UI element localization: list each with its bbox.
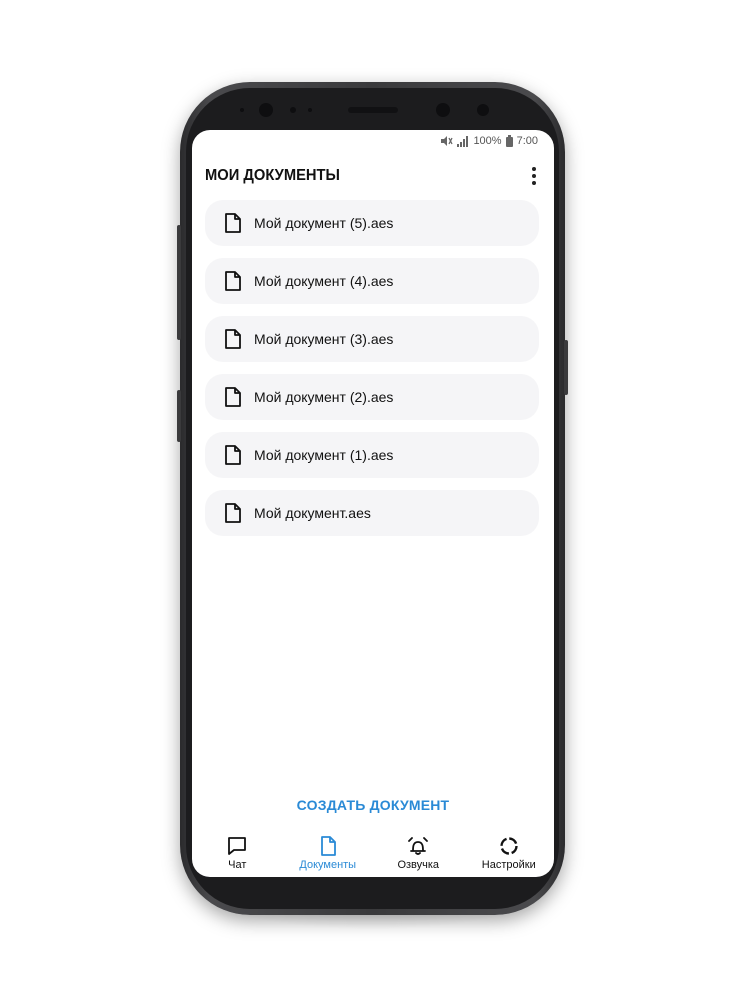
nav-label: Документы <box>299 859 357 871</box>
mute-icon <box>441 136 454 146</box>
app-screen: 100% 7:00 МОИ ДОКУМЕНТЫ Мой документ (5)… <box>192 130 554 877</box>
file-icon <box>225 329 241 349</box>
document-item[interactable]: Мой документ (3).aes <box>205 316 539 362</box>
front-sensor <box>240 108 244 112</box>
nav-label: Озвучка <box>397 859 440 871</box>
document-name: Мой документ.aes <box>254 505 371 521</box>
proximity-sensor <box>290 107 296 113</box>
document-name: Мой документ (2).aes <box>254 389 394 405</box>
battery-percent: 100% <box>473 135 502 147</box>
document-list: Мой документ (5).aes Мой документ (4).ae… <box>205 200 539 548</box>
document-item[interactable]: Мой документ (5).aes <box>205 200 539 246</box>
document-name: Мой документ (3).aes <box>254 331 394 347</box>
create-document-button[interactable]: СОЗДАТЬ ДОКУМЕНТ <box>192 797 554 813</box>
nav-item-voiceover[interactable]: Озвучка <box>373 832 464 877</box>
nav-label: Настройки <box>481 859 536 871</box>
document-name: Мой документ (4).aes <box>254 273 394 289</box>
status-time: 7:00 <box>516 135 538 147</box>
settings-ring-icon <box>500 837 518 855</box>
more-vertical-icon[interactable] <box>526 164 542 188</box>
file-icon <box>225 503 241 523</box>
bottom-navigation: Чат Документы Озвучка Настройки <box>192 832 554 877</box>
file-icon <box>225 387 241 407</box>
file-icon <box>225 445 241 465</box>
document-item[interactable]: Мой документ.aes <box>205 490 539 536</box>
document-item[interactable]: Мой документ (2).aes <box>205 374 539 420</box>
light-sensor <box>308 108 312 112</box>
file-icon <box>320 836 336 856</box>
nav-item-documents[interactable]: Документы <box>283 832 374 877</box>
status-bar: 100% 7:00 <box>439 133 538 149</box>
document-item[interactable]: Мой документ (1).aes <box>205 432 539 478</box>
nav-item-settings[interactable]: Настройки <box>464 832 555 877</box>
document-item[interactable]: Мой документ (4).aes <box>205 258 539 304</box>
chat-icon <box>228 837 247 855</box>
volume-button <box>177 225 181 340</box>
nav-item-chat[interactable]: Чат <box>192 832 283 877</box>
page-title: МОИ ДОКУМЕНТЫ <box>205 167 340 184</box>
battery-icon <box>505 135 513 147</box>
iris-camera <box>436 103 450 117</box>
app-bar: МОИ ДОКУМЕНТЫ <box>192 160 554 192</box>
iris-sensor <box>477 104 489 116</box>
power-button <box>564 340 568 395</box>
alarm-bell-icon <box>408 837 429 855</box>
file-icon <box>225 213 241 233</box>
front-camera <box>259 103 273 117</box>
earpiece-speaker <box>348 107 398 113</box>
document-name: Мой документ (1).aes <box>254 447 394 463</box>
document-name: Мой документ (5).aes <box>254 215 394 231</box>
file-icon <box>225 271 241 291</box>
bixby-button <box>177 390 181 442</box>
nav-label: Чат <box>228 859 247 871</box>
signal-icon <box>457 136 469 147</box>
